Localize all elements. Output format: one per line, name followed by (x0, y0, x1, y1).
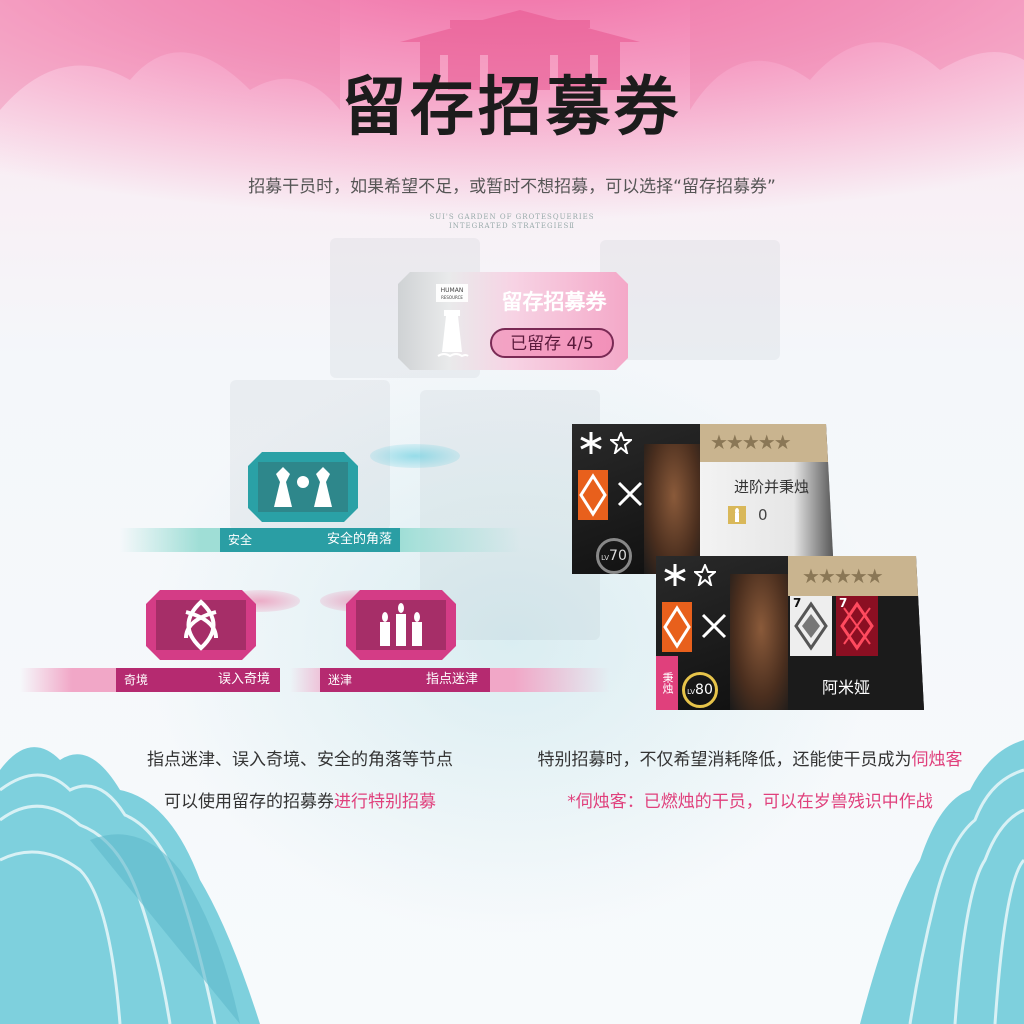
blue-mountain-right (860, 740, 1024, 1024)
crossed-swords-icon (616, 480, 644, 508)
card1-stars: ★★★★★ (710, 430, 790, 454)
caption-left-line2-b: 进行特别招募 (334, 792, 436, 812)
blue-mountain-left (0, 747, 260, 1024)
operator-card-amiya[interactable]: 秉烛 LV80 ★★★★★ 7 7 阿米娅 (656, 556, 924, 710)
card2-level: LV80 (682, 672, 718, 708)
crossed-swords-icon (700, 612, 728, 640)
star-outline-icon (694, 564, 716, 586)
node-safe-corner[interactable]: 安全 安全的角落 (100, 440, 520, 560)
ticket-name: 留存招募券 (501, 290, 607, 314)
operator-card-candle[interactable]: LV70 ★★★★★ 进阶并秉烛 0 (572, 424, 834, 574)
profession-badge-icon (578, 470, 608, 520)
safe-corner-glyph: 安全 (228, 533, 253, 547)
vortex-icon (146, 590, 256, 660)
caption-right-line1: 特别招募时，不仅希望消耗降低，还能使干员成为伺烛客 (500, 745, 1000, 770)
wonderland-label: 误入奇境 (217, 672, 270, 687)
recruit-ticket[interactable]: HUMAN RESOURCE 留存招募券 已留存 4/5 (398, 272, 628, 370)
star-outline-icon (610, 432, 632, 454)
card2-star-panel: ★★★★★ (788, 556, 924, 596)
node-wonderland[interactable]: 奇境 误入奇境 (20, 580, 300, 700)
card1-level: LV70 (596, 538, 632, 574)
node-guide[interactable]: 迷津 指点迷津 (290, 580, 610, 700)
ticket-status: 已留存 4/5 (490, 328, 614, 358)
wonderland-glyph: 奇境 (124, 673, 149, 687)
caption-right-line1-b: 伺烛客 (911, 750, 963, 770)
wonderland-plate (146, 590, 256, 660)
card2-candle-tag: 秉烛 (656, 656, 678, 710)
caption-left-line2: 可以使用留存的招募券进行特别招募 (40, 787, 560, 812)
wisp-decoration (370, 444, 460, 468)
card1-status-line: 进阶并秉烛 (734, 478, 810, 496)
skill-1-icon: 7 (790, 596, 832, 656)
candles-icon (346, 590, 456, 660)
card2-info-panel: 7 7 阿米娅 (788, 596, 924, 710)
caption-left-line1: 指点迷津、误入奇境、安全的角落等节点 (147, 750, 453, 770)
guardian-statues-icon (248, 452, 358, 522)
operator-portrait-2 (730, 574, 792, 710)
wonderland-bar: 奇境 误入奇境 (20, 668, 280, 692)
operator-name: 阿米娅 (822, 678, 871, 697)
tiny-caption-2: INTEGRATED STRATEGIESⅡ (448, 222, 576, 230)
human-resource-logo-icon: HUMAN RESOURCE (436, 284, 469, 358)
caption-right-line1-a: 特别招募时，不仅希望消耗降低，还能使干员成为 (537, 750, 912, 770)
snowflake-icon (578, 430, 604, 456)
skill-2-icon: 7 (836, 596, 878, 656)
guide-bar: 迷津 指点迷津 (290, 668, 610, 692)
guide-glyph: 迷津 (328, 673, 353, 687)
page-title: 留存招募券 (342, 70, 682, 145)
snowflake-icon (662, 562, 688, 588)
tiny-caption-1: SUI'S GARDEN OF GROTESQUERIES (429, 213, 595, 221)
safe-corner-label: 安全的角落 (326, 532, 392, 547)
guide-plate (346, 590, 456, 660)
profession-badge-icon (662, 602, 692, 652)
svg-text:HUMAN: HUMAN (441, 287, 464, 294)
candle-icon (728, 506, 746, 524)
page-subtitle: 招募干员时，如果希望不足，或暂时不想招募，可以选择“留存招募券” (248, 177, 776, 197)
guide-label: 指点迷津 (425, 672, 478, 687)
card1-star-panel: ★★★★★ (700, 424, 834, 462)
caption-right-line2: *伺烛客：已燃烛的干员，可以在岁兽残识中作战 (567, 792, 933, 812)
caption-left-line2-a: 可以使用留存的招募券 (164, 792, 334, 812)
safe-corner-plate (248, 452, 358, 522)
safe-corner-bar: 安全 安全的角落 (120, 528, 520, 552)
svg-text:RESOURCE: RESOURCE (441, 295, 463, 300)
card2-stars: ★★★★★ (802, 564, 882, 588)
card1-candle-count: 0 (758, 506, 768, 524)
operator-portrait-1 (644, 444, 704, 574)
